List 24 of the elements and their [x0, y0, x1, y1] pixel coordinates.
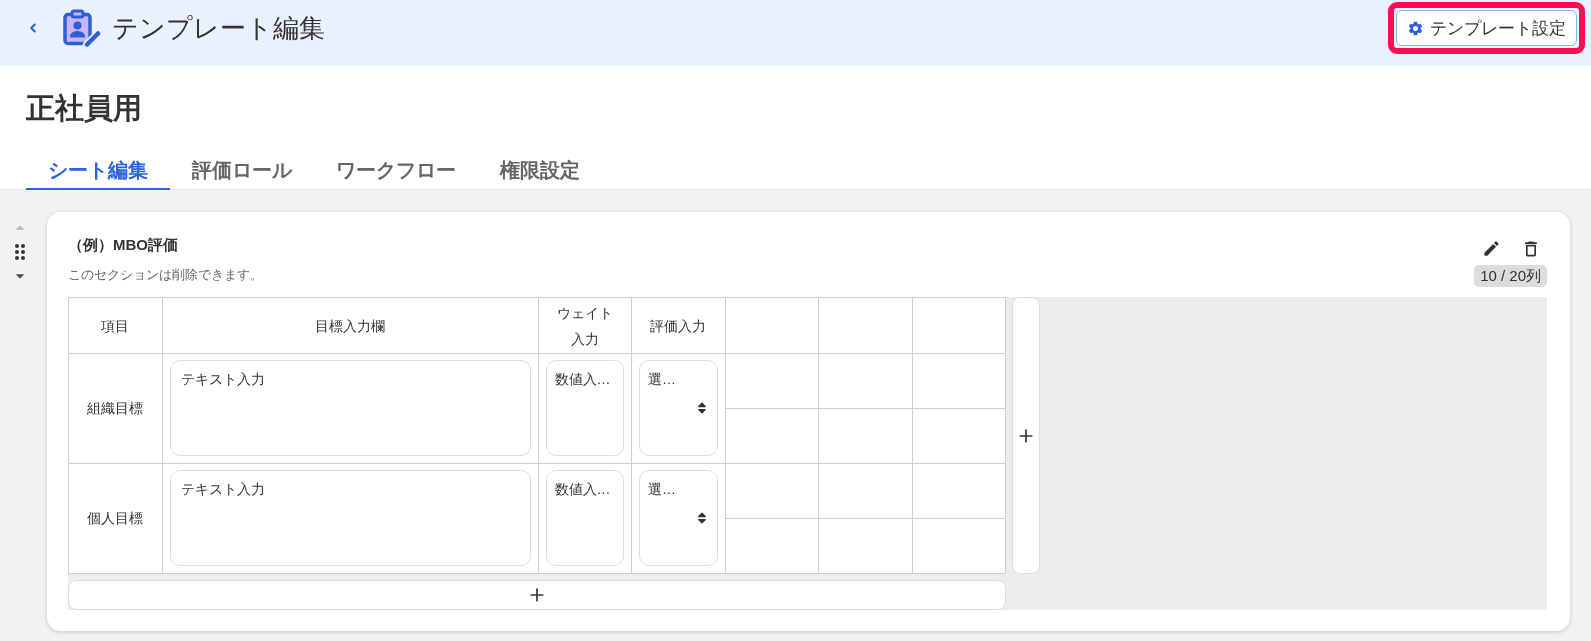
page-title: 正社員用: [26, 91, 143, 126]
row-label: 組織目標: [68, 353, 162, 464]
tab[interactable]: ワークフロー: [314, 158, 478, 190]
column-count-badge: 10 / 20列: [1474, 265, 1547, 287]
number-input-field[interactable]: 数値入…: [545, 470, 624, 566]
settings-icon: [1407, 19, 1424, 37]
section-title: （例）MBO評価: [68, 235, 179, 255]
select-field[interactable]: 選…: [639, 360, 718, 456]
column-header: 目標入力欄: [162, 297, 538, 354]
column-header: ウェイト入力: [538, 297, 632, 354]
section-note: このセクションは削除できます。: [68, 266, 263, 284]
number-input-field[interactable]: 数値入…: [545, 360, 624, 456]
text-input-field[interactable]: テキスト入力: [169, 360, 531, 456]
tab[interactable]: 評価ロール: [170, 158, 314, 190]
text-input-field[interactable]: テキスト入力: [169, 470, 531, 566]
header-title: テンプレート編集: [112, 12, 325, 44]
column-header: 評価入力: [631, 297, 725, 354]
select-field[interactable]: 選…: [639, 470, 718, 566]
template-settings-button[interactable]: テンプレート設定: [1396, 10, 1577, 46]
clipboard-pencil-icon: [63, 9, 101, 47]
row-label: 個人目標: [68, 463, 162, 574]
column-header: 項目: [68, 297, 162, 354]
tab[interactable]: 権限設定: [478, 158, 602, 190]
pencil-icon[interactable]: [1482, 239, 1501, 258]
